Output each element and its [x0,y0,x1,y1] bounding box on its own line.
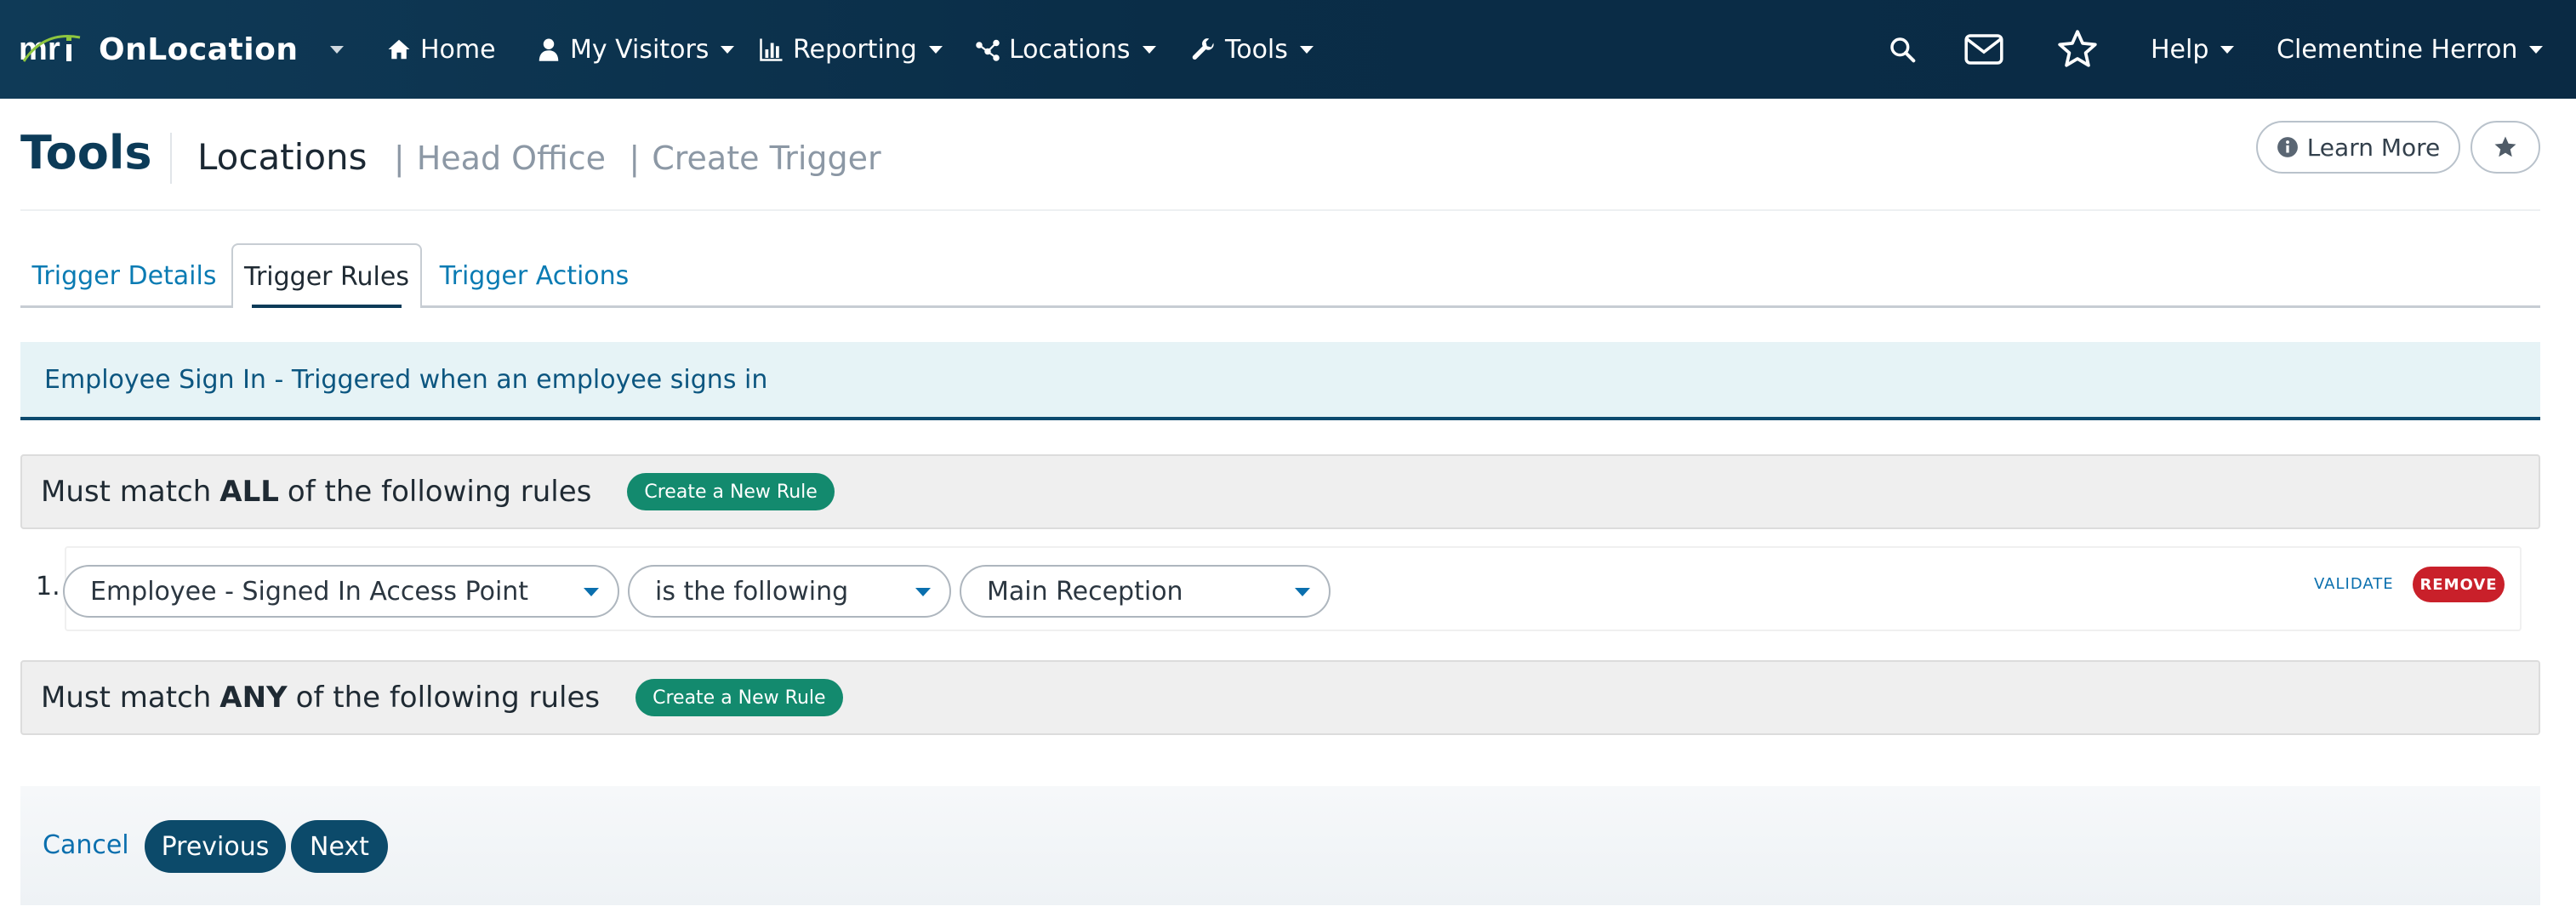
rule-operator-value: is the following [655,576,849,607]
wizard-footer [20,786,2540,905]
tab-label: Trigger Rules [244,261,409,292]
nav-help[interactable]: Help [2151,0,2235,99]
rule-field-value: Employee - Signed In Access Point [90,576,529,607]
breadcrumb: Locations | Head Office | Create Trigger [197,136,881,178]
star-outline-icon [2058,30,2097,67]
chevron-down-icon [330,45,344,54]
star-icon [2494,136,2516,157]
nav-locations-label: Locations [1009,34,1131,65]
network-icon [976,39,1000,61]
chevron-down-icon [928,45,943,54]
trigger-info-text: Employee Sign In - Triggered when an emp… [44,364,768,395]
rule-group-all: Must match ALL of the following rules Cr… [20,454,2540,529]
chevron-down-icon [2529,45,2544,54]
chevron-down-icon [2220,45,2235,54]
rule-value-select[interactable]: Main Reception [960,565,1331,618]
chevron-down-icon [584,588,599,596]
cancel-link[interactable]: Cancel [43,830,129,860]
chevron-down-icon [721,45,735,54]
tab-trigger-details[interactable]: Trigger Details [22,243,226,308]
tab-label: Trigger Details [31,260,217,291]
rule-number: 1. [36,572,60,601]
breadcrumb-locations[interactable]: Locations [197,136,368,178]
bar-chart-icon [760,38,783,61]
rule-group-prefix: Must match [41,681,212,715]
rule-group-any: Must match ANY of the following rules Cr… [20,660,2540,735]
rule-group-keyword: ALL [219,475,279,509]
search-button[interactable] [1889,0,1916,99]
rule-group-keyword: ANY [219,681,288,715]
search-icon [1890,37,1916,63]
tab-trigger-actions[interactable]: Trigger Actions [434,243,635,308]
create-new-rule-all-button[interactable]: Create a New Rule [627,473,835,510]
breadcrumb-separator: | [629,140,641,177]
next-button[interactable]: Next [291,820,388,873]
page-title: Tools [20,126,152,180]
rule-group-suffix: of the following rules [295,681,601,715]
user-menu[interactable]: Clementine Herron [2277,0,2544,99]
learn-more-button[interactable]: Learn More [2256,121,2460,174]
nav-my-visitors[interactable]: My Visitors [536,0,735,99]
nav-help-label: Help [2151,34,2209,65]
user-icon [539,38,559,61]
rule-operator-select[interactable]: is the following [628,565,951,618]
nav-locations[interactable]: Locations [975,0,1156,99]
brand-menu-toggle[interactable] [318,0,344,99]
nav-home-label: Home [420,34,496,65]
nav-reporting[interactable]: Reporting [759,0,943,99]
top-navbar: m r OnLocation Home My Visitors Reportin… [0,0,2576,99]
header-divider [20,209,2540,211]
breadcrumb-create-trigger: Create Trigger [652,140,881,177]
nav-reporting-label: Reporting [793,34,917,65]
remove-rule-button[interactable]: REMOVE [2413,567,2505,602]
favorites-button[interactable] [2055,0,2100,99]
rule-field-select[interactable]: Employee - Signed In Access Point [63,565,619,618]
user-name: Clementine Herron [2277,34,2518,65]
wrench-icon [1192,38,1214,60]
rule-group-suffix: of the following rules [287,475,592,509]
info-circle-icon [2277,137,2298,157]
create-new-rule-any-button[interactable]: Create a New Rule [635,679,843,716]
chevron-down-icon [1299,45,1314,54]
breadcrumb-head-office[interactable]: Head Office [417,140,606,177]
learn-more-label: Learn More [2306,133,2441,162]
nav-tools[interactable]: Tools [1191,0,1314,99]
validate-rule-link[interactable]: VALIDATE [2314,575,2394,593]
chevron-down-icon [1295,588,1310,596]
active-tab-indicator [252,305,402,308]
trigger-info-banner: Employee Sign In - Triggered when an emp… [20,342,2540,420]
title-divider [170,133,172,184]
messages-button[interactable] [1963,0,2004,99]
rule-value-value: Main Reception [987,576,1183,607]
chevron-down-icon [915,588,931,596]
previous-button[interactable]: Previous [145,820,286,873]
mri-logo[interactable]: m r [19,32,83,66]
breadcrumb-separator: | [393,140,405,177]
rule-group-prefix: Must match [41,475,212,509]
envelope-icon [1964,34,2003,65]
nav-home[interactable]: Home [386,0,496,99]
brand-name[interactable]: OnLocation [99,0,298,99]
tab-label: Trigger Actions [439,260,630,291]
chevron-down-icon [1142,45,1156,54]
nav-my-visitors-label: My Visitors [570,34,710,65]
nav-tools-label: Tools [1225,34,1288,65]
favorite-page-button[interactable] [2471,121,2540,174]
tab-trigger-rules[interactable]: Trigger Rules [231,243,422,308]
home-icon [388,39,410,60]
